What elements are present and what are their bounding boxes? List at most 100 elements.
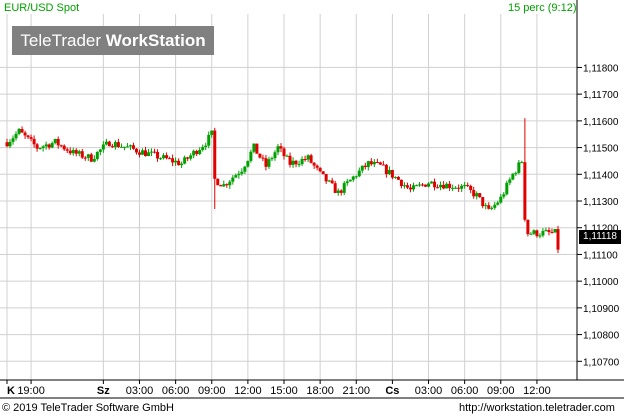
candle-body[interactable] [529,233,533,235]
candle-body[interactable] [177,160,181,166]
candle-body[interactable] [457,187,461,189]
candle-body[interactable] [300,158,304,165]
candle-body[interactable] [375,162,379,164]
candle-body[interactable] [357,170,361,177]
candle-body[interactable] [189,155,193,159]
candle-body[interactable] [80,151,84,158]
candle-body[interactable] [92,158,96,162]
candle-body[interactable] [339,190,343,193]
candle-body[interactable] [174,160,178,163]
candle-body[interactable] [366,161,370,168]
candle-body[interactable] [463,185,467,187]
candle-body[interactable] [321,171,325,175]
candle-body[interactable] [44,144,48,147]
candle-body[interactable] [17,129,21,134]
candle-body[interactable] [29,137,33,139]
candle-body[interactable] [550,232,554,234]
candle-body[interactable] [216,178,220,186]
candle-body[interactable] [41,146,45,149]
candle-body[interactable] [433,181,437,188]
candle-body[interactable] [198,149,202,155]
candle-body[interactable] [312,162,316,166]
candle-body[interactable] [387,169,391,175]
candle-body[interactable] [363,165,367,168]
candle-body[interactable] [460,185,464,189]
candle-body[interactable] [372,162,376,165]
candle-body[interactable] [333,183,337,193]
candle-body[interactable] [393,176,397,178]
candle-body[interactable] [165,155,169,159]
candle-body[interactable] [267,159,271,167]
candle-body[interactable] [436,187,440,189]
candle-body[interactable] [294,160,298,165]
candle-body[interactable] [327,180,331,182]
candle-body[interactable] [514,172,518,174]
candle-body[interactable] [526,219,530,235]
candle-body[interactable] [186,157,190,159]
candle-body[interactable] [421,184,425,186]
candle-body[interactable] [83,157,87,159]
candle-body[interactable] [122,146,126,148]
candle-body[interactable] [306,155,310,160]
candle-body[interactable] [472,189,476,197]
candle-body[interactable] [478,193,482,198]
candle-body[interactable] [134,148,138,153]
candle-body[interactable] [180,163,184,166]
candle-body[interactable] [547,230,551,233]
candle-body[interactable] [487,205,491,209]
candle-body[interactable] [532,230,536,234]
candle-body[interactable] [258,153,262,158]
candle-body[interactable] [553,229,557,233]
candle-body[interactable] [360,165,364,171]
candle-body[interactable] [8,141,12,147]
candle-body[interactable] [147,152,151,157]
candle-body[interactable] [32,138,36,145]
candle-body[interactable] [65,149,69,151]
candle-body[interactable] [285,155,289,157]
candle-body[interactable] [402,185,406,187]
candle-body[interactable] [261,157,265,159]
candle-body[interactable] [255,143,259,154]
candle-body[interactable] [541,231,545,236]
candle-body[interactable] [279,146,283,149]
candle-body[interactable] [499,196,503,203]
candle-body[interactable] [451,187,455,189]
candle-body[interactable] [38,148,42,150]
candle-body[interactable] [107,141,111,147]
candle-body[interactable] [95,151,99,159]
candle-body[interactable] [369,161,373,165]
candle-body[interactable] [204,145,208,148]
candle-body[interactable] [414,185,418,187]
candle-body[interactable] [396,176,400,180]
candle-body[interactable] [270,158,274,160]
candle-body[interactable] [348,179,352,182]
candle-body[interactable] [20,129,24,133]
candle-body[interactable] [101,144,105,150]
candle-body[interactable] [354,176,358,178]
candle-body[interactable] [264,158,268,167]
candle-body[interactable] [520,162,524,164]
candle-body[interactable] [493,204,497,208]
candle-body[interactable] [228,181,232,186]
candle-body[interactable] [201,147,205,150]
candle-body[interactable] [430,181,434,184]
candle-body[interactable] [484,205,488,207]
candle-body[interactable] [14,133,18,139]
candle-body[interactable] [345,181,349,184]
candle-body[interactable] [502,194,506,197]
candle-body[interactable] [240,171,244,174]
candle-body[interactable] [496,202,500,205]
candle-body[interactable] [538,235,542,237]
candle-body[interactable] [417,184,421,186]
candle-body[interactable] [71,150,75,154]
candle-body[interactable] [234,175,238,178]
candle-body[interactable] [89,154,93,162]
candle-body[interactable] [110,146,114,148]
candle-body[interactable] [246,160,250,167]
candle-body[interactable] [210,130,214,135]
candle-body[interactable] [119,146,123,148]
candle-body[interactable] [324,174,328,182]
candle-body[interactable] [26,135,30,138]
candle-body[interactable] [405,185,409,188]
candle-body[interactable] [249,151,253,161]
